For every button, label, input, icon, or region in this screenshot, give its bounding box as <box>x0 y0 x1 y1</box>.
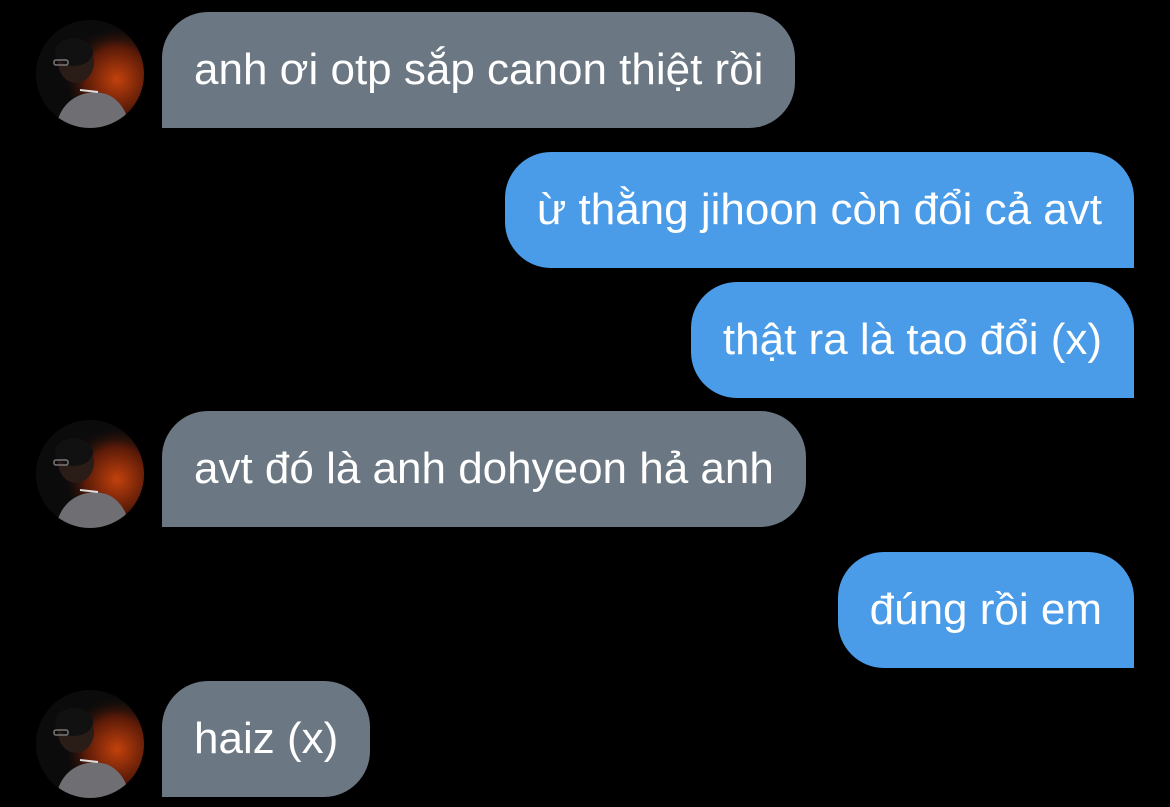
incoming-message-bubble[interactable]: anh ơi otp sắp canon thiệt rồi <box>162 12 796 128</box>
contact-avatar[interactable] <box>36 20 144 128</box>
contact-avatar-icon <box>36 20 144 128</box>
message-text: ừ thằng jihoon còn đổi cả avt <box>536 185 1102 234</box>
outgoing-message-bubble[interactable]: đúng rồi em <box>837 552 1134 668</box>
contact-avatar-icon <box>36 420 144 528</box>
incoming-message-bubble[interactable]: haiz (x) <box>162 681 371 797</box>
message-text: haiz (x) <box>194 714 339 763</box>
outgoing-message-bubble[interactable]: thật ra là tao đổi (x) <box>690 282 1134 398</box>
message-text: anh ơi otp sắp canon thiệt rồi <box>194 45 764 94</box>
message-text: avt đó là anh dohyeon hả anh <box>194 444 774 493</box>
contact-avatar[interactable] <box>36 690 144 798</box>
contact-avatar[interactable] <box>36 420 144 528</box>
incoming-message-bubble[interactable]: avt đó là anh dohyeon hả anh <box>162 411 806 527</box>
outgoing-message-bubble[interactable]: ừ thằng jihoon còn đổi cả avt <box>504 152 1134 268</box>
contact-avatar-icon <box>36 690 144 798</box>
message-text: thật ra là tao đổi (x) <box>722 315 1102 364</box>
message-text: đúng rồi em <box>869 585 1102 634</box>
